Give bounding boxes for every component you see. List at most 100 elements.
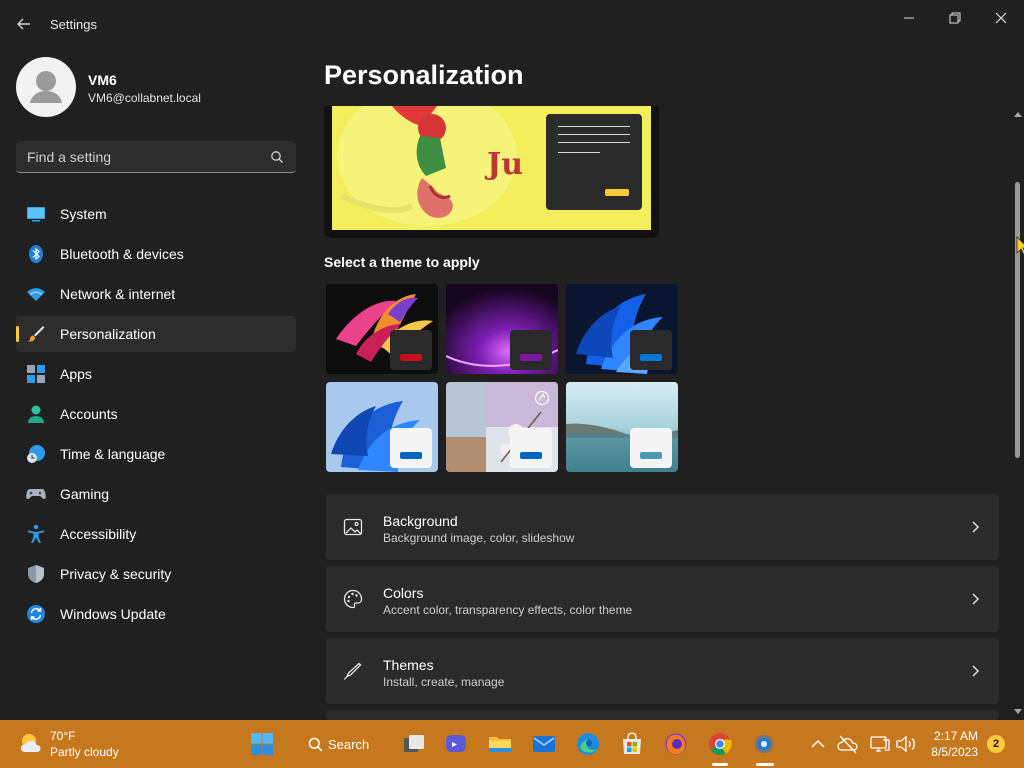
sidebar-item-accessibility[interactable]: Accessibility <box>16 516 296 552</box>
sidebar-item-apps[interactable]: Apps <box>16 356 296 392</box>
close-button[interactable] <box>986 6 1016 28</box>
search-placeholder: Find a setting <box>27 149 112 165</box>
theme-tile-captured-motion[interactable] <box>446 284 558 374</box>
chevron-right-icon <box>972 521 979 533</box>
theme-swatch-card <box>510 428 552 468</box>
sidebar-item-label: Apps <box>60 366 92 382</box>
theme-swatch-card <box>630 330 672 370</box>
clock-time[interactable]: 2:17 AM <box>930 729 978 743</box>
microsoft-store-icon[interactable] <box>620 732 644 756</box>
edge-browser-icon[interactable] <box>576 732 600 756</box>
partly-cloudy-icon[interactable] <box>18 730 46 758</box>
system-icon <box>27 207 45 222</box>
sidebar-item-privacy[interactable]: Privacy & security <box>16 556 296 592</box>
colors-setting-card[interactable]: Colors Accent color, transparency effect… <box>326 566 999 632</box>
settings-gear-icon[interactable] <box>752 732 776 756</box>
background-setting-card[interactable]: Background Background image, color, slid… <box>326 494 999 560</box>
sidebar-item-system[interactable]: System <box>16 196 296 232</box>
theme-tile-glow[interactable] <box>326 284 438 374</box>
sidebar-item-gaming[interactable]: Gaming <box>16 476 296 512</box>
themes-setting-card[interactable]: Themes Install, create, manage <box>326 638 999 704</box>
minimize-icon <box>904 17 914 19</box>
sidebar-item-accounts[interactable]: Accounts <box>16 396 296 432</box>
network-icon[interactable] <box>868 732 892 756</box>
active-indicator <box>16 326 19 342</box>
controller-icon <box>26 489 46 499</box>
sidebar-item-time-language[interactable]: Time & language <box>16 436 296 472</box>
scrollbar-thumb[interactable] <box>1015 182 1020 458</box>
sidebar-item-network[interactable]: Network & internet <box>16 276 296 312</box>
taskbar: 70°F Partly cloudy Search 2:17 AM 8/5/20… <box>0 720 1024 768</box>
svg-text:Ju: Ju <box>484 147 523 182</box>
accessibility-icon <box>28 524 44 543</box>
preview-window <box>546 114 642 210</box>
sidebar-item-label: Gaming <box>60 486 110 502</box>
card-title: Themes <box>383 657 434 673</box>
sidebar-item-label: Personalization <box>60 326 156 342</box>
theme-swatch-card <box>390 330 432 370</box>
sidebar-item-label: Time & language <box>60 446 166 462</box>
theme-tile-windows-light[interactable] <box>326 382 438 472</box>
chrome-running-indicator <box>712 763 728 766</box>
mail-icon[interactable] <box>532 732 556 756</box>
search-icon <box>308 737 323 752</box>
file-explorer-icon[interactable] <box>488 732 512 756</box>
theme-accent-swatch <box>520 354 542 361</box>
sidebar-item-label: Accounts <box>60 406 118 422</box>
search-icon <box>271 151 283 163</box>
theme-tile-flow[interactable] <box>446 382 558 472</box>
theme-swatch-card <box>390 428 432 468</box>
palette-icon <box>343 589 363 609</box>
search-input[interactable]: Find a setting <box>16 141 296 173</box>
card-title: Background <box>383 513 458 529</box>
chevron-right-icon <box>972 593 979 605</box>
chevron-right-icon <box>972 665 979 677</box>
theme-tile-windows-dark[interactable] <box>566 284 678 374</box>
bluetooth-icon <box>29 245 43 263</box>
chevron-up-icon[interactable] <box>806 732 830 756</box>
sidebar-item-bluetooth[interactable]: Bluetooth & devices <box>16 236 296 272</box>
pen-icon <box>343 662 362 680</box>
taskbar-search-label: Search <box>328 737 370 752</box>
card-title: Colors <box>383 585 424 601</box>
scroll-down-arrow-icon[interactable] <box>1013 706 1023 716</box>
preview-accent-button <box>605 189 629 196</box>
task-view-icon[interactable] <box>402 732 426 756</box>
brush-icon <box>28 326 45 342</box>
theme-tile-sunrise[interactable] <box>566 382 678 472</box>
sidebar-item-label: Network & internet <box>60 286 176 302</box>
chrome-icon[interactable] <box>708 732 732 756</box>
update-icon <box>27 605 45 623</box>
sidebar-item-personalization[interactable]: Personalization <box>16 316 296 352</box>
taskbar-search-button[interactable]: Search <box>294 728 380 760</box>
arrow-left-icon <box>17 18 30 30</box>
page-title: Personalization <box>324 60 524 90</box>
theme-accent-swatch <box>400 354 422 361</box>
notification-badge[interactable]: 2 <box>987 735 1005 753</box>
volume-icon[interactable] <box>894 732 918 756</box>
apps-icon <box>27 365 45 383</box>
windows-start-icon[interactable] <box>250 732 274 756</box>
theme-accent-swatch <box>400 452 422 459</box>
onedrive-offline-icon[interactable] <box>836 732 860 756</box>
profile-email: VM6@collabnet.local <box>88 91 201 105</box>
weather-condition[interactable]: Partly cloudy <box>50 745 119 759</box>
firefox-icon[interactable] <box>664 732 688 756</box>
sidebar-item-label: Accessibility <box>60 526 137 542</box>
back-button[interactable] <box>12 12 36 36</box>
sidebar-item-label: Windows Update <box>60 606 166 622</box>
sidebar-item-windows-update[interactable]: Windows Update <box>16 596 296 632</box>
scroll-up-arrow-icon[interactable] <box>1013 110 1023 120</box>
teams-chat-icon[interactable] <box>444 732 468 756</box>
theme-tile-flow-badge-icon <box>534 390 550 406</box>
theme-accent-swatch <box>520 452 542 459</box>
mouse-cursor-icon <box>1016 236 1024 256</box>
restore-button[interactable] <box>940 6 970 28</box>
close-icon <box>995 12 1007 24</box>
next-setting-card[interactable] <box>326 710 999 720</box>
minimize-button[interactable] <box>894 6 924 28</box>
avatar[interactable] <box>16 57 76 117</box>
weather-temperature[interactable]: 70°F <box>50 729 75 743</box>
settings-active-indicator <box>756 763 774 766</box>
clock-date[interactable]: 8/5/2023 <box>922 745 978 759</box>
